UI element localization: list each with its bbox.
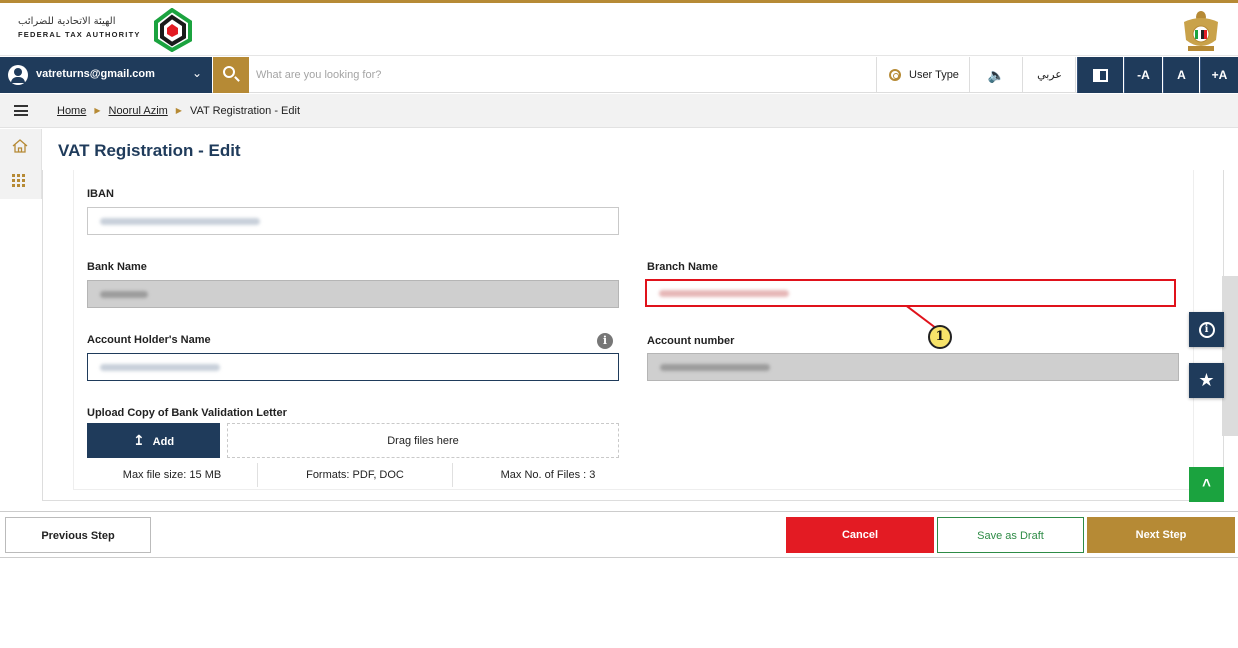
add-file-button[interactable]: ↥ Add: [87, 423, 220, 458]
fta-logo-icon[interactable]: [150, 8, 194, 52]
account-holder-field[interactable]: [87, 353, 619, 381]
branch-name-label: Branch Name: [647, 261, 718, 273]
account-number-field: [647, 353, 1179, 381]
upload-icon: ↥: [132, 432, 145, 448]
user-menu[interactable]: vatreturns@gmail.com ⌄: [0, 57, 212, 93]
uae-emblem-icon: [1184, 11, 1218, 51]
callout-badge: 1: [928, 325, 952, 349]
cancel-button[interactable]: Cancel: [786, 517, 934, 553]
file-dropzone[interactable]: Drag files here: [227, 423, 619, 458]
search-button[interactable]: [213, 57, 249, 93]
double-chevron-up-icon: ˄: [1202, 475, 1211, 492]
formats-text: Formats: PDF, DOC: [306, 469, 404, 481]
info-icon: i: [1198, 321, 1215, 338]
max-file-size-text: Max file size: 15 MB: [122, 469, 222, 481]
footer-actions: Previous Step Cancel Save as Draft Next …: [0, 511, 1238, 558]
breadcrumb: Home ▶ Noorul Azim ▶ VAT Registration - Edit: [57, 105, 300, 117]
font-decrease-button[interactable]: -A: [1124, 57, 1162, 93]
brand-header: الهيئة الاتحادية للضرائب FEDERAL TAX AUT…: [0, 3, 1238, 56]
speaker-icon[interactable]: 🔈: [971, 57, 1023, 93]
logo-arabic-text: الهيئة الاتحادية للضرائب: [18, 16, 116, 27]
star-icon: ★: [1198, 370, 1215, 390]
branch-name-field[interactable]: [645, 279, 1176, 307]
apps-grid-icon[interactable]: [12, 174, 26, 188]
next-step-button[interactable]: Next Step: [1087, 517, 1235, 553]
breadcrumb-profile-link[interactable]: Noorul Azim: [109, 105, 168, 117]
menu-icon[interactable]: [14, 105, 28, 116]
user-type-label: User Type: [909, 69, 959, 81]
search-input[interactable]: [256, 63, 856, 87]
breadcrumb-home-link[interactable]: Home: [57, 105, 86, 117]
breadcrumb-current: VAT Registration - Edit: [189, 105, 300, 117]
search-icon: [223, 66, 235, 78]
info-side-button[interactable]: i: [1189, 312, 1224, 347]
home-icon[interactable]: [12, 139, 28, 153]
account-holder-label: Account Holder's Name: [87, 334, 211, 346]
iban-field[interactable]: [87, 207, 619, 235]
chevron-down-icon: ⌄: [192, 66, 203, 80]
iban-label: IBAN: [87, 188, 114, 200]
info-icon[interactable]: i: [597, 333, 613, 349]
save-as-draft-button[interactable]: Save as Draft: [937, 517, 1084, 553]
previous-step-button[interactable]: Previous Step: [5, 517, 151, 553]
scrollbar[interactable]: [1222, 276, 1238, 436]
bank-name-field: [87, 280, 619, 308]
scroll-to-top-button[interactable]: ˄: [1189, 467, 1224, 502]
language-toggle[interactable]: عربي: [1024, 57, 1076, 93]
gear-icon: [889, 69, 901, 81]
add-button-label: Add: [152, 436, 175, 448]
logo-english-text: FEDERAL TAX AUTHORITY: [18, 30, 141, 39]
top-navbar: vatreturns@gmail.com ⌄ User Type 🔈 عربي …: [0, 57, 1238, 93]
account-number-label: Account number: [647, 335, 735, 347]
page-title: VAT Registration - Edit: [58, 141, 241, 160]
max-files-text: Max No. of Files : 3: [500, 469, 596, 481]
font-increase-button[interactable]: +A: [1200, 57, 1238, 93]
bank-name-label: Bank Name: [87, 261, 147, 273]
user-avatar-icon: [8, 65, 28, 85]
favorite-side-button[interactable]: ★: [1189, 363, 1224, 398]
font-default-button[interactable]: A: [1163, 57, 1199, 93]
contrast-icon: [1093, 69, 1108, 83]
user-email: vatreturns@gmail.com: [36, 68, 155, 80]
contrast-toggle[interactable]: [1077, 57, 1123, 93]
user-type-button[interactable]: User Type: [876, 57, 970, 93]
breadcrumb-bar: Home ▶ Noorul Azim ▶ VAT Registration - Edit: [0, 94, 1238, 128]
upload-label: Upload Copy of Bank Validation Letter: [87, 407, 287, 419]
left-sidebar: [0, 129, 42, 199]
